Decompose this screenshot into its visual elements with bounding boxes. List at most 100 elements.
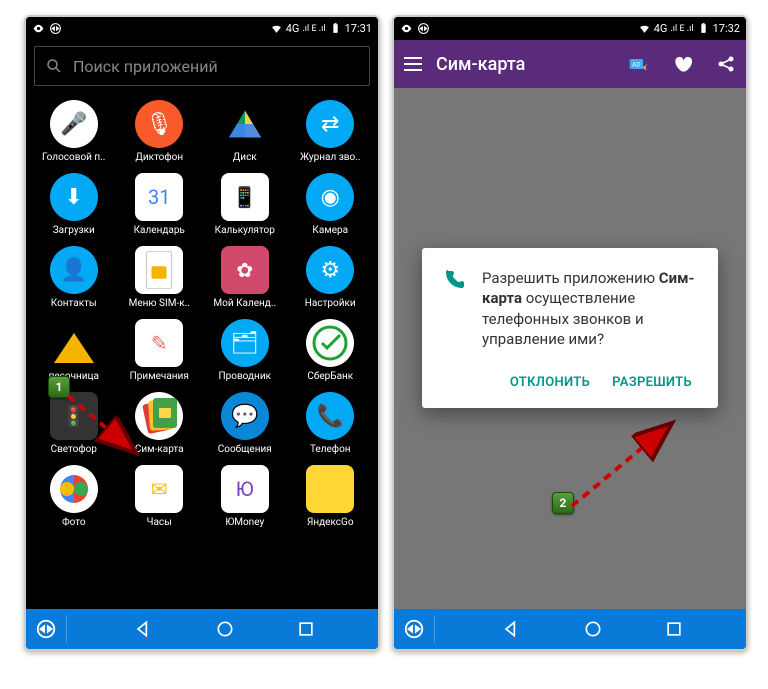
nav-bar bbox=[26, 609, 378, 649]
deny-button[interactable]: ОТКЛОНИТЬ bbox=[504, 367, 596, 398]
teamviewer-icon bbox=[49, 22, 62, 35]
battery-icon bbox=[329, 22, 342, 35]
dialog-text: Разрешить приложению Сим-карта осуществл… bbox=[482, 268, 698, 349]
ad-icon[interactable]: AD bbox=[628, 54, 648, 74]
heart-icon[interactable] bbox=[672, 54, 692, 74]
app-Сим-карта[interactable]: Сим-карта bbox=[118, 388, 202, 459]
badge-1: 1 bbox=[48, 376, 70, 398]
app-label: Фото bbox=[35, 517, 113, 528]
home-button[interactable] bbox=[215, 619, 235, 639]
app-icon bbox=[135, 246, 183, 294]
app-icon bbox=[306, 319, 354, 367]
app-Загрузки[interactable]: ⬇ Загрузки bbox=[32, 169, 116, 240]
allow-button[interactable]: РАЗРЕШИТЬ bbox=[606, 367, 698, 398]
app-icon: 💬 bbox=[221, 392, 269, 440]
app-Меню SIM-к..[interactable]: Меню SIM-к.. bbox=[118, 242, 202, 313]
back-button[interactable] bbox=[501, 619, 521, 639]
network-label: 4G bbox=[286, 22, 300, 35]
signal-bars: .ıl E .ıl bbox=[302, 24, 325, 34]
wifi-icon bbox=[638, 22, 651, 35]
home-button[interactable] bbox=[583, 619, 603, 639]
app-icon bbox=[50, 319, 98, 367]
app-Телефон[interactable]: 📞Телефон bbox=[289, 388, 373, 459]
app-СберБанк[interactable]: СберБанк bbox=[289, 315, 373, 386]
status-bar: 4G .ıl E .ıl 17:31 bbox=[26, 17, 378, 40]
app-label: песочница bbox=[35, 371, 113, 382]
search-placeholder: Поиск приложений bbox=[73, 57, 218, 76]
app-label: Сим-карта bbox=[120, 444, 198, 455]
teamviewer-button[interactable] bbox=[394, 615, 435, 643]
share-icon[interactable] bbox=[716, 54, 736, 74]
badge-2: 2 bbox=[552, 492, 574, 514]
phone-left: 4G .ıl E .ıl 17:31 Поиск приложений 🎤Гол… bbox=[24, 15, 380, 651]
app-Диск[interactable]: Диск bbox=[203, 96, 287, 167]
app-icon bbox=[306, 465, 354, 513]
app-header: Сим-карта AD bbox=[394, 40, 746, 88]
app-icon: 📱 bbox=[221, 173, 269, 221]
app-label: Мой Календ.. bbox=[206, 298, 284, 309]
app-label: Сообщения bbox=[206, 444, 284, 455]
app-Примечания[interactable]: ✎ Примечания bbox=[118, 315, 202, 386]
app-icon: 31 bbox=[135, 173, 183, 221]
search-input[interactable]: Поиск приложений bbox=[34, 46, 370, 86]
app-Настройки[interactable]: ⚙ Настройки bbox=[289, 242, 373, 313]
teamviewer-icon bbox=[417, 22, 430, 35]
app-label: Диск bbox=[206, 152, 284, 163]
app-Фото[interactable]: Фото bbox=[32, 461, 116, 532]
app-icon: 🚦 bbox=[50, 392, 98, 440]
app-label: Примечания bbox=[120, 371, 198, 382]
svg-text:AD: AD bbox=[632, 61, 641, 69]
app-label: Загрузки bbox=[35, 225, 113, 236]
app-label: Настройки bbox=[291, 298, 369, 309]
wifi-icon bbox=[270, 22, 283, 35]
app-icon bbox=[221, 100, 269, 148]
recent-button[interactable] bbox=[664, 619, 684, 639]
app-песочница[interactable]: песочница bbox=[32, 315, 116, 386]
app-icon: ⇄ bbox=[306, 100, 354, 148]
app-ЯндексGo[interactable]: ЯндексGo bbox=[289, 461, 373, 532]
app-Мой Календ..[interactable]: ✿Мой Календ.. bbox=[203, 242, 287, 313]
app-icon bbox=[50, 465, 98, 513]
app-Журнал зво..[interactable]: ⇄Журнал зво.. bbox=[289, 96, 373, 167]
app-Голосовой п..[interactable]: 🎤Голосовой п.. bbox=[32, 96, 116, 167]
app-icon: ⚙ bbox=[306, 246, 354, 294]
app-Сообщения[interactable]: 💬 Сообщения bbox=[203, 388, 287, 459]
app-label: Контакты bbox=[35, 298, 113, 309]
app-label: Камера bbox=[291, 225, 369, 236]
app-label: Телефон bbox=[291, 444, 369, 455]
eye-icon bbox=[400, 22, 413, 35]
back-button[interactable] bbox=[133, 619, 153, 639]
app-Календарь[interactable]: 31 Календарь bbox=[118, 169, 202, 240]
search-icon bbox=[45, 57, 63, 75]
app-label: Календарь bbox=[120, 225, 198, 236]
app-label: Проводник bbox=[206, 371, 284, 382]
app-Светофор[interactable]: 🚦Светофор bbox=[32, 388, 116, 459]
app-label: СберБанк bbox=[291, 371, 369, 382]
app-Камера[interactable]: ◉Камера bbox=[289, 169, 373, 240]
app-icon: 🎤 bbox=[50, 100, 98, 148]
app-title: Сим-карта bbox=[436, 54, 604, 75]
app-Калькулятор[interactable]: 📱Калькулятор bbox=[203, 169, 287, 240]
nav-bar bbox=[394, 609, 746, 649]
app-Контакты[interactable]: 👤 Контакты bbox=[32, 242, 116, 313]
app-icon: Ю bbox=[221, 465, 269, 513]
screen-body: Разрешить приложению Сим-карта осуществл… bbox=[394, 88, 746, 609]
teamviewer-button[interactable] bbox=[26, 615, 67, 643]
hamburger-menu[interactable] bbox=[404, 57, 422, 71]
app-label: ЯндексGo bbox=[291, 517, 369, 528]
app-Проводник[interactable]: 🗂 Проводник bbox=[203, 315, 287, 386]
app-icon: ✎ bbox=[135, 319, 183, 367]
recent-button[interactable] bbox=[296, 619, 316, 639]
app-icon bbox=[135, 392, 183, 440]
app-Часы[interactable]: ✉Часы bbox=[118, 461, 202, 532]
app-icon: 🗂 bbox=[221, 319, 269, 367]
app-label: Меню SIM-к.. bbox=[120, 298, 198, 309]
app-icon: 👤 bbox=[50, 246, 98, 294]
app-icon: ⬇ bbox=[50, 173, 98, 221]
app-Диктофон[interactable]: 🎙Диктофон bbox=[118, 96, 202, 167]
app-icon: ✉ bbox=[135, 465, 183, 513]
app-icon: 🎙 bbox=[135, 100, 183, 148]
eye-icon bbox=[32, 22, 45, 35]
network-label: 4G bbox=[654, 22, 668, 35]
app-ЮMoney[interactable]: ЮЮMoney bbox=[203, 461, 287, 532]
